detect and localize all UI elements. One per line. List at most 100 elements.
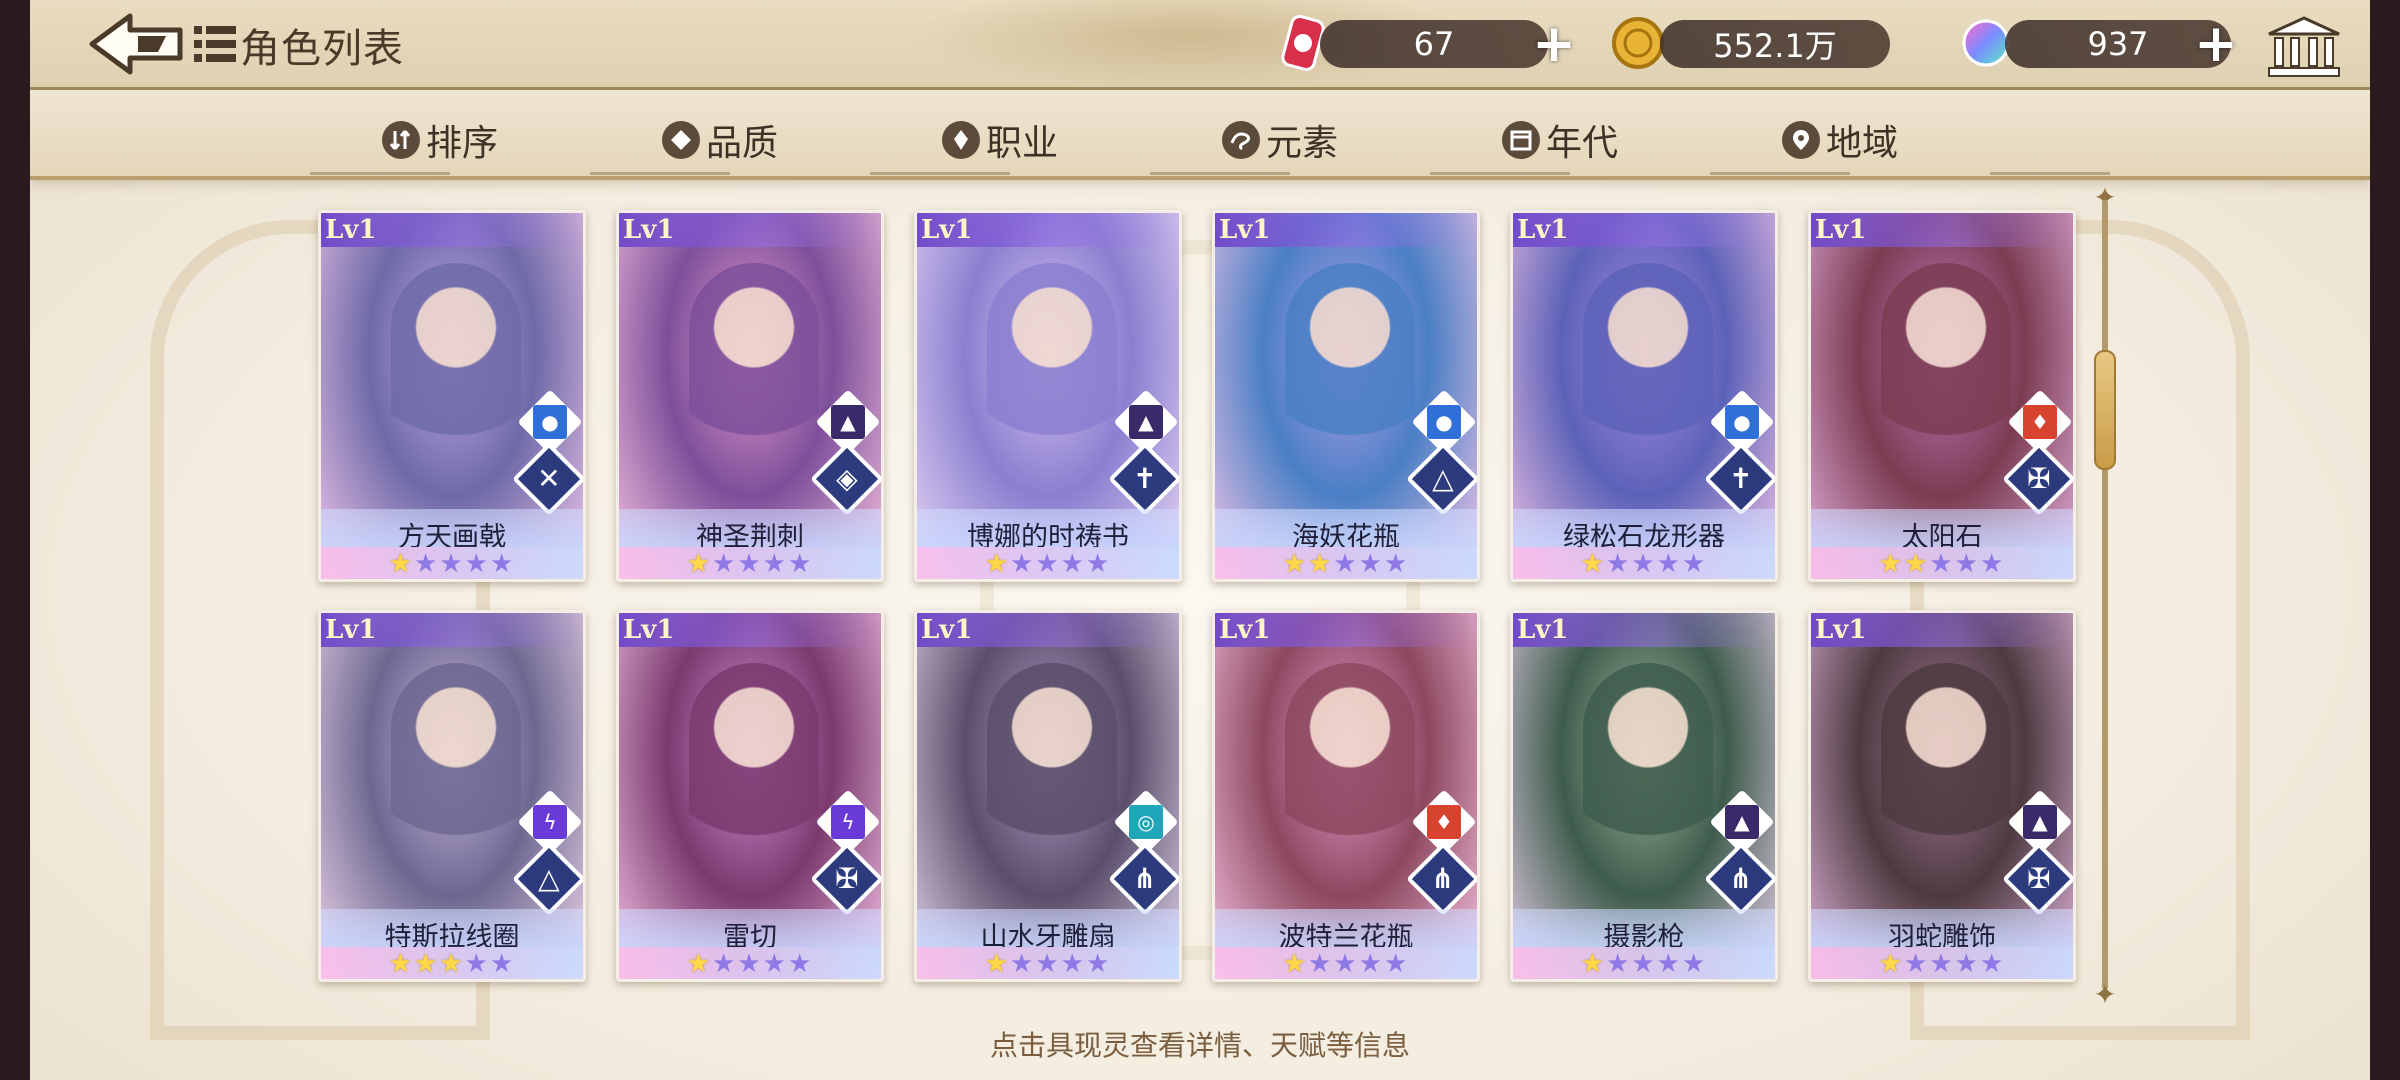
character-card[interactable]: Lv1 ▲ ◈ 神圣荆刺 ★★★★★ <box>616 210 884 582</box>
star-rating: ★★★★★ <box>619 549 881 579</box>
character-card[interactable]: Lv1 ● ✝ 绿松石龙形器 ★★★★★ <box>1510 210 1778 582</box>
character-silhouette <box>689 263 819 493</box>
bank-icon[interactable] <box>2265 14 2343 80</box>
star-rating: ★★★★★ <box>1811 549 2073 579</box>
star-rating: ★★★★★ <box>321 549 583 579</box>
page-title: 角色列表 <box>240 26 404 72</box>
back-button[interactable] <box>88 12 188 76</box>
level-badge: Lv1 <box>321 613 583 647</box>
tab-underline <box>1430 172 1570 175</box>
filter-tab-bar <box>30 90 2370 180</box>
scrollbar-thumb[interactable] <box>2094 350 2116 470</box>
character-silhouette <box>689 663 819 893</box>
add-gem-button[interactable]: + <box>2194 18 2238 70</box>
star-empty-icon: ★ <box>1333 549 1359 579</box>
star-empty-icon: ★ <box>787 949 814 979</box>
tab-class[interactable]: 职业 <box>942 112 1058 168</box>
gold-value: 552.1万 <box>1713 27 1837 65</box>
tab-label: 年代 <box>1546 123 1619 164</box>
star-empty-icon: ★ <box>787 549 814 579</box>
element-icon <box>1222 121 1260 159</box>
tab-label: 元素 <box>1266 123 1339 164</box>
star-empty-icon: ★ <box>1954 949 1980 979</box>
star-filled-icon: ★ <box>1580 949 1607 979</box>
star-empty-icon: ★ <box>1979 549 2006 579</box>
star-empty-icon: ★ <box>1631 949 1657 979</box>
tab-underline <box>1990 172 2110 175</box>
star-empty-icon: ★ <box>1656 549 1682 579</box>
character-silhouette <box>987 663 1117 893</box>
star-rating: ★★★★★ <box>1513 549 1775 579</box>
star-filled-icon: ★ <box>1282 949 1309 979</box>
tab-underline <box>590 172 730 175</box>
star-rating: ★★★★★ <box>917 949 1179 979</box>
scrollbar-track[interactable] <box>2102 200 2108 990</box>
character-silhouette <box>1583 263 1713 493</box>
stamina-counter: 67 <box>1320 20 1548 68</box>
stamina-value: 67 <box>1413 25 1455 63</box>
character-silhouette <box>1881 663 2011 893</box>
tab-element[interactable]: 元素 <box>1222 112 1338 168</box>
tab-label: 排序 <box>426 123 499 164</box>
star-empty-icon: ★ <box>1606 549 1632 579</box>
star-empty-icon: ★ <box>1085 949 1112 979</box>
star-filled-icon: ★ <box>1282 549 1309 579</box>
tab-quality[interactable]: 品质 <box>662 112 778 168</box>
star-empty-icon: ★ <box>489 949 516 979</box>
star-filled-icon: ★ <box>439 949 465 979</box>
character-silhouette <box>1285 263 1415 493</box>
list-menu-icon[interactable] <box>192 22 240 66</box>
star-filled-icon: ★ <box>414 949 440 979</box>
level-badge: Lv1 <box>321 213 583 247</box>
tab-label: 品质 <box>706 123 779 164</box>
tab-era[interactable]: 年代 <box>1502 112 1618 168</box>
star-filled-icon: ★ <box>984 549 1011 579</box>
character-card[interactable]: Lv1 ♦ ✠ 太阳石 ★★★★★ <box>1808 210 2076 582</box>
character-card[interactable]: Lv1 ▲ ✠ 羽蛇雕饰 ★★★★★ <box>1808 610 2076 982</box>
star-empty-icon: ★ <box>1656 949 1682 979</box>
add-stamina-button[interactable]: + <box>1532 18 1576 70</box>
tab-underline <box>310 172 450 175</box>
star-empty-icon: ★ <box>464 949 490 979</box>
star-filled-icon: ★ <box>388 549 415 579</box>
character-card[interactable]: Lv1 ♦ ⋔ 波特兰花瓶 ★★★★★ <box>1212 610 1480 982</box>
character-card[interactable]: Lv1 ● ✕ 方天画戟 ★★★★★ <box>318 210 586 582</box>
tab-label: 地域 <box>1826 123 1899 164</box>
level-badge: Lv1 <box>619 613 881 647</box>
star-empty-icon: ★ <box>1606 949 1632 979</box>
level-badge: Lv1 <box>1811 213 2073 247</box>
character-card[interactable]: Lv1 ϟ △ 特斯拉线圈 ★★★★★ <box>318 610 586 982</box>
star-empty-icon: ★ <box>414 549 440 579</box>
tab-region[interactable]: 地域 <box>1782 112 1898 168</box>
star-empty-icon: ★ <box>1010 549 1036 579</box>
character-card[interactable]: Lv1 ▲ ✝ 博娜的时祷书 ★★★★★ <box>914 210 1182 582</box>
character-card[interactable]: Lv1 ◎ ⋔ 山水牙雕扇 ★★★★★ <box>914 610 1182 982</box>
character-silhouette <box>391 663 521 893</box>
level-badge: Lv1 <box>917 213 1179 247</box>
star-rating: ★★★★★ <box>321 949 583 979</box>
character-card[interactable]: Lv1 ▲ ⋔ 摄影枪 ★★★★★ <box>1510 610 1778 982</box>
character-card[interactable]: Lv1 ϟ ✠ 雷切 ★★★★★ <box>616 610 884 982</box>
star-empty-icon: ★ <box>1681 949 1708 979</box>
star-empty-icon: ★ <box>1954 549 1980 579</box>
star-empty-icon: ★ <box>1035 549 1061 579</box>
level-badge: Lv1 <box>1513 613 1775 647</box>
star-empty-icon: ★ <box>1358 949 1384 979</box>
star-empty-icon: ★ <box>712 549 738 579</box>
star-empty-icon: ★ <box>712 949 738 979</box>
star-empty-icon: ★ <box>1929 549 1955 579</box>
star-empty-icon: ★ <box>1904 949 1930 979</box>
star-empty-icon: ★ <box>1358 549 1384 579</box>
star-filled-icon: ★ <box>1308 549 1334 579</box>
level-badge: Lv1 <box>1811 613 2073 647</box>
tab-sort[interactable]: 排序 <box>382 112 498 168</box>
star-empty-icon: ★ <box>1979 949 2006 979</box>
star-filled-icon: ★ <box>686 949 713 979</box>
level-badge: Lv1 <box>917 613 1179 647</box>
character-card[interactable]: Lv1 ● △ 海妖花瓶 ★★★★★ <box>1212 210 1480 582</box>
star-filled-icon: ★ <box>984 949 1011 979</box>
star-empty-icon: ★ <box>1060 549 1086 579</box>
back-arrow-icon <box>89 13 183 75</box>
star-filled-icon: ★ <box>1904 549 1930 579</box>
level-badge: Lv1 <box>619 213 881 247</box>
